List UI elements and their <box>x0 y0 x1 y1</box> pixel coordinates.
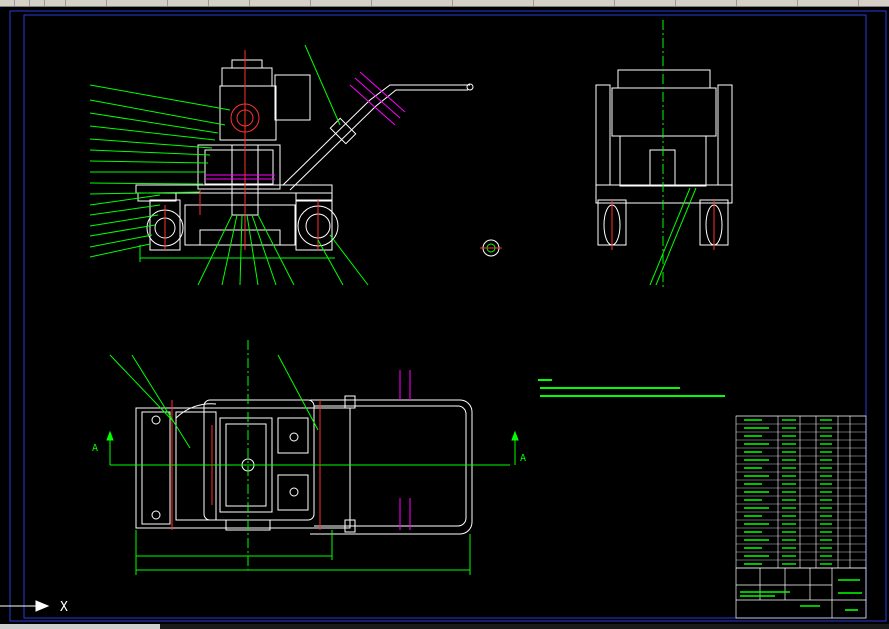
ucs-axis-label: X <box>60 600 68 615</box>
open-icon[interactable] <box>15 0 30 6</box>
layer-icon[interactable] <box>676 0 737 6</box>
section-label-right: A <box>520 453 526 464</box>
paste-icon[interactable] <box>209 0 250 6</box>
text-icon[interactable] <box>798 0 859 6</box>
redo-icon[interactable] <box>311 0 372 6</box>
horizontal-scrollbar[interactable] <box>0 624 889 629</box>
match-icon[interactable] <box>615 0 676 6</box>
scrollbar-thumb[interactable] <box>0 624 160 629</box>
cad-toolbar <box>0 0 889 7</box>
copy-icon[interactable] <box>168 0 209 6</box>
print-icon[interactable] <box>45 0 66 6</box>
undo-icon[interactable] <box>250 0 311 6</box>
line-icon[interactable] <box>737 0 798 6</box>
new-icon[interactable] <box>0 0 15 6</box>
properties-icon[interactable] <box>534 0 615 6</box>
zoom-icon[interactable] <box>453 0 534 6</box>
section-label-left: A <box>92 443 98 454</box>
preview-icon[interactable] <box>66 0 107 6</box>
save-icon[interactable] <box>30 0 45 6</box>
pan-icon[interactable] <box>372 0 453 6</box>
drawing-canvas[interactable]: A A X <box>0 7 889 629</box>
cut-icon[interactable] <box>107 0 168 6</box>
